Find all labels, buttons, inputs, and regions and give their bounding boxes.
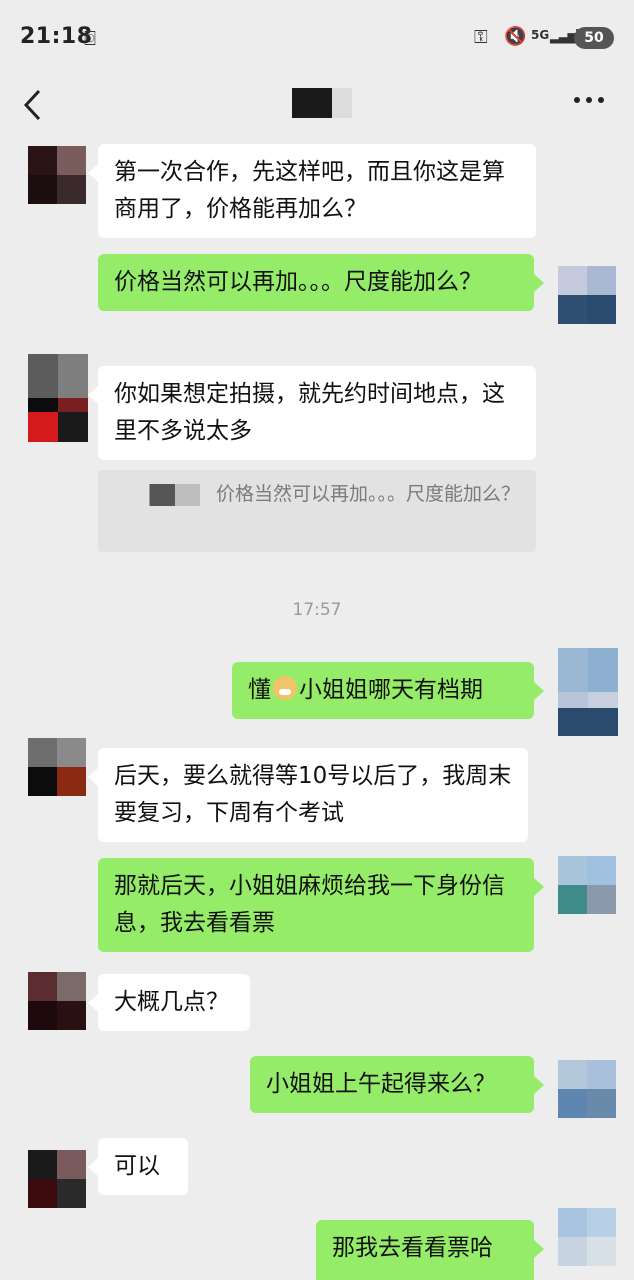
contact-avatar[interactable] [28, 1150, 86, 1208]
quoted-message[interactable]: 价格当然可以再加。。。尺度能加么？ [98, 470, 536, 552]
message-text: 小姐姐哪天有档期 [299, 677, 483, 703]
back-button[interactable] [22, 84, 44, 131]
self-avatar[interactable] [558, 1060, 616, 1118]
message-bubble-sent[interactable]: 那就后天，小姐姐麻烦给我一下身份信息，我去看看票 [98, 858, 544, 952]
screen-record-icon: ⌼ [84, 26, 96, 50]
message-bubble-received[interactable]: 后天，要么就得等10号以后了，我周末要复习，下周有个考试 [88, 748, 528, 842]
chat-timestamp: 17:57 [292, 600, 342, 620]
more-button[interactable] [572, 84, 606, 122]
cat-emoji-icon [273, 676, 297, 700]
contact-avatar[interactable] [28, 738, 86, 796]
message-bubble-sent[interactable]: 懂 小姐姐哪天有档期 [232, 662, 544, 719]
message-bubble-received[interactable]: 第一次合作，先这样吧，而且你这是算商用了，价格能再加么？ [88, 144, 536, 238]
battery-indicator: 50 [574, 27, 614, 49]
mute-icon: 🔇 [504, 26, 527, 47]
self-avatar[interactable] [558, 856, 616, 914]
contact-avatar[interactable] [28, 972, 86, 1030]
chevron-left-icon [23, 89, 41, 121]
message-bubble-sent[interactable]: 那我去看看票哈 [316, 1220, 544, 1280]
network-type: 5G [531, 28, 550, 42]
message-bubble-received[interactable]: 大概几点？ [88, 974, 250, 1031]
message-bubble-received[interactable]: 可以 [88, 1138, 188, 1195]
self-avatar[interactable] [558, 266, 616, 324]
status-bar: 21:18 ⌼ ⚿ 🔇 5G ▂▃▅▇ 50 [0, 0, 634, 78]
message-text: 懂 [248, 677, 271, 703]
avatar-tile [28, 412, 58, 442]
key-icon: ⚿ [474, 27, 488, 48]
quote-text: 价格当然可以再加。。。尺度能加么？ [216, 483, 521, 505]
message-bubble-sent[interactable]: 价格当然可以再加。。。尺度能加么？ [98, 254, 544, 311]
message-bubble-sent[interactable]: 小姐姐上午起得来么？ [250, 1056, 544, 1113]
avatar-tile [58, 412, 88, 442]
quote-sender-mosaic [144, 483, 200, 506]
chat-title-mosaic [292, 88, 352, 118]
status-time: 21:18 [20, 24, 93, 49]
more-dots-icon [574, 97, 604, 103]
avatar-tile [558, 708, 618, 736]
contact-avatar[interactable] [28, 146, 86, 204]
self-avatar[interactable] [558, 1208, 616, 1266]
message-bubble-received[interactable]: 你如果想定拍摄，就先约时间地点，这里不多说太多 [88, 366, 536, 460]
